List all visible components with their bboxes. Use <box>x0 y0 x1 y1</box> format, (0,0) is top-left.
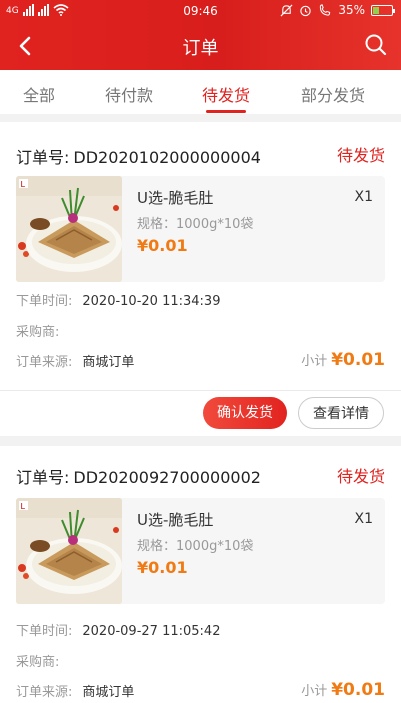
svg-text:L: L <box>21 180 26 189</box>
order-source-label: 订单来源: <box>16 355 73 370</box>
confirm-shipment-button[interactable]: 确认发货 <box>203 397 287 429</box>
buyer-label: 采购商: <box>16 325 60 340</box>
order-subtotal: 小计 ¥0.01 <box>301 680 385 700</box>
order-source: 订单来源: 商城订单 <box>16 351 134 370</box>
product-quantity: X1 <box>354 189 374 205</box>
subtotal-amount: ¥0.01 <box>331 350 385 370</box>
order-subtotal: 小计 ¥0.01 <box>301 350 385 370</box>
active-tab-indicator <box>206 110 246 113</box>
tab-all[interactable]: 全部 <box>23 82 55 106</box>
subtotal-label: 小计 <box>301 684 328 699</box>
system-indicators: 35% <box>280 3 395 17</box>
svg-text:L: L <box>21 502 26 511</box>
search-icon[interactable] <box>363 32 389 58</box>
order-source-label: 订单来源: <box>16 685 73 700</box>
tab-partially-shipped[interactable]: 部分发货 <box>301 82 365 106</box>
battery-percent: 35% <box>338 3 365 17</box>
product-quantity: X1 <box>354 511 374 527</box>
order-source-value: 商城订单 <box>82 685 135 700</box>
order-status: 待发货 <box>336 146 385 165</box>
order-number-label: 订单号: <box>16 468 70 487</box>
order-number-value: DD2020102000000004 <box>73 148 261 167</box>
product-image: L <box>16 498 122 604</box>
product-name: U选-脆毛肚 <box>137 189 214 207</box>
order-card: 订单号:DD2020092700000002 待发货 L U选-脆毛肚 X1 <box>0 446 401 703</box>
product-price: ¥0.01 <box>137 236 188 255</box>
buyer-label: 采购商: <box>16 655 60 670</box>
subtotal-amount: ¥0.01 <box>331 680 385 700</box>
order-card: 订单号:DD2020102000000004 待发货 L U选-脆毛肚 X1 <box>0 122 401 436</box>
order-number: 订单号: DD2020092700000002 <box>16 464 261 488</box>
product-spec: 规格：1000g*10袋 <box>137 539 254 554</box>
subtotal-label: 小计 <box>301 354 328 369</box>
order-time-value: 2020-09-27 11:05:42 <box>82 624 221 639</box>
order-time-value: 2020-10-20 11:34:39 <box>82 294 221 309</box>
order-number: 订单号: DD2020102000000004 <box>16 144 261 168</box>
divider <box>0 390 401 391</box>
alarm-icon <box>300 5 312 16</box>
order-time: 下单时间: 2020-10-20 11:34:39 <box>16 290 220 309</box>
view-details-button[interactable]: 查看详情 <box>298 397 384 429</box>
order-time-label: 下单时间: <box>16 294 73 309</box>
product-name: U选-脆毛肚 <box>137 511 214 529</box>
tab-pending-payment[interactable]: 待付款 <box>105 82 153 106</box>
order-item[interactable]: L U选-脆毛肚 X1 规格：1000g*10袋 ¥0.01 <box>16 176 385 282</box>
battery-icon <box>371 4 395 16</box>
status-bar: 4G 09:46 35% <box>0 0 401 24</box>
order-number-value: DD2020092700000002 <box>73 468 261 487</box>
tab-pending-shipment[interactable]: 待发货 <box>202 82 250 106</box>
product-price: ¥0.01 <box>137 558 188 577</box>
product-spec: 规格：1000g*10袋 <box>137 217 254 232</box>
app-header: 4G 09:46 35% 订单 <box>0 0 401 70</box>
order-status-tabs: 全部 待付款 待发货 部分发货 <box>0 70 401 114</box>
order-number-label: 订单号: <box>16 148 70 167</box>
product-image: L <box>16 176 122 282</box>
order-time: 下单时间: 2020-09-27 11:05:42 <box>16 620 220 639</box>
hd-call-icon <box>320 3 331 16</box>
buyer: 采购商: <box>16 321 59 340</box>
mute-bell-icon <box>280 4 293 16</box>
page-title: 订单 <box>182 38 219 59</box>
order-status: 待发货 <box>336 467 385 486</box>
order-source-value: 商城订单 <box>82 355 135 370</box>
nav-bar: 订单 <box>0 28 401 64</box>
order-source: 订单来源: 商城订单 <box>16 681 134 700</box>
order-item[interactable]: L U选-脆毛肚 X1 规格：1000g*10袋 ¥0.01 <box>16 498 385 604</box>
order-time-label: 下单时间: <box>16 624 73 639</box>
buyer: 采购商: <box>16 651 59 670</box>
